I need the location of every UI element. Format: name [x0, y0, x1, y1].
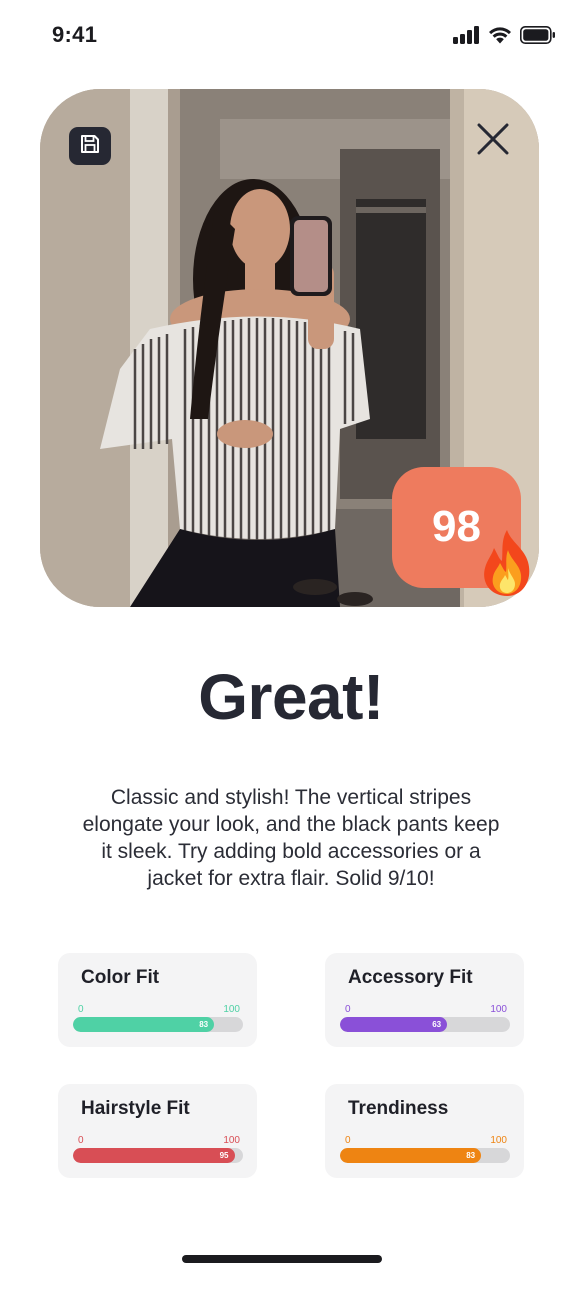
metric-card-hairstyle-fit: Hairstyle Fit 0 100 95	[58, 1084, 257, 1178]
metric-label: Hairstyle Fit	[81, 1098, 190, 1119]
progress-fill: 63	[340, 1017, 448, 1032]
save-icon	[79, 133, 101, 160]
progress-value: 83	[199, 1020, 209, 1029]
scale-min: 0	[78, 1004, 84, 1015]
progress-fill: 83	[73, 1017, 215, 1032]
wifi-icon	[488, 26, 512, 49]
verdict-title: Great!	[198, 661, 384, 733]
progress-value: 95	[219, 1151, 229, 1160]
progress-track: 83	[340, 1148, 510, 1163]
save-button[interactable]	[69, 127, 111, 165]
metric-label: Trendiness	[348, 1098, 449, 1119]
cellular-signal-icon	[453, 26, 480, 49]
scale-max: 100	[223, 1135, 240, 1146]
scale-min: 0	[78, 1135, 84, 1146]
scale-max: 100	[490, 1004, 507, 1015]
progress-value: 83	[466, 1151, 476, 1160]
progress-track: 63	[340, 1017, 510, 1032]
close-icon	[476, 122, 510, 161]
scale-min: 0	[345, 1004, 351, 1015]
metric-card-trendiness: Trendiness 0 100 83	[325, 1084, 524, 1178]
status-time: 9:41	[52, 22, 98, 47]
battery-icon	[520, 26, 556, 49]
score-value: 98	[432, 501, 481, 551]
fire-icon	[478, 528, 536, 598]
status-bar: 9:41	[0, 0, 582, 72]
progress-track: 83	[73, 1017, 243, 1032]
progress-fill: 83	[340, 1148, 482, 1163]
feedback-text: Classic and stylish! The vertical stripe…	[82, 786, 500, 890]
progress-value: 63	[432, 1020, 442, 1029]
scale-min: 0	[345, 1135, 351, 1146]
progress-fill: 95	[73, 1148, 235, 1163]
status-icons	[453, 26, 556, 49]
close-button[interactable]	[471, 119, 515, 163]
progress-track: 95	[73, 1148, 243, 1163]
metric-card-color-fit: Color Fit 0 100 83	[58, 953, 257, 1047]
scale-max: 100	[490, 1135, 507, 1146]
metric-label: Accessory Fit	[348, 967, 473, 988]
metric-card-accessory-fit: Accessory Fit 0 100 63	[325, 953, 524, 1047]
metric-label: Color Fit	[81, 967, 160, 988]
home-indicator	[182, 1255, 382, 1263]
scale-max: 100	[223, 1004, 240, 1015]
